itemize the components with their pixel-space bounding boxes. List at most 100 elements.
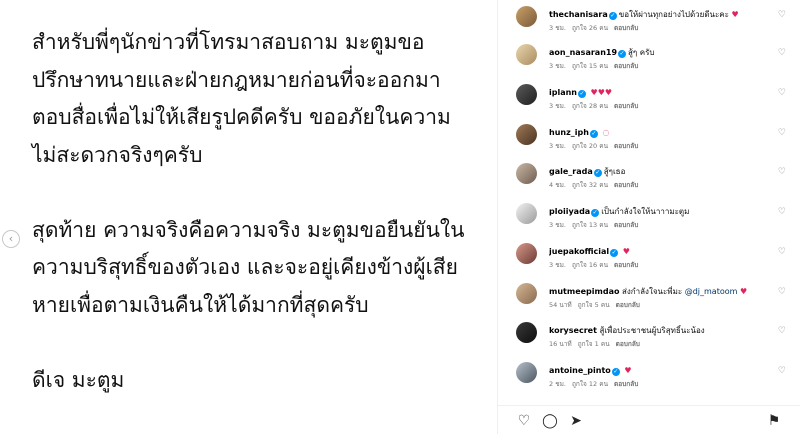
avatar[interactable]: [516, 84, 537, 105]
comment-time: 3 ชม.: [549, 102, 566, 110]
comment-like-icon[interactable]: ♡: [778, 129, 786, 138]
reply-button[interactable]: ตอบกลับ: [614, 380, 638, 388]
comment-emoji: ♥: [731, 10, 739, 19]
comment-likes[interactable]: ถูกใจ 12 คน: [572, 380, 608, 388]
comment-meta: 3 ชม. ถูกใจ 16 คน ตอบกลับ: [549, 260, 644, 270]
comment-likes[interactable]: ถูกใจ 13 คน: [572, 221, 608, 229]
comment-like-icon[interactable]: ♡: [778, 208, 786, 217]
comment-likes[interactable]: ถูกใจ 32 คน: [572, 181, 608, 189]
save-icon[interactable]: ⚑: [766, 413, 782, 429]
comment-username[interactable]: juepakofficial: [549, 247, 609, 256]
comment-emoji: ♥: [739, 287, 748, 296]
comment-username[interactable]: mutmeepimdao: [549, 287, 619, 296]
comment-username[interactable]: korysecret: [549, 326, 597, 335]
reply-button[interactable]: ตอบกลับ: [616, 301, 640, 309]
post-image-panel: สำหรับพี่ๆนักข่าวที่โทรมาสอบถาม มะตูมขอ …: [0, 0, 497, 434]
comment-like-icon[interactable]: ♡: [778, 288, 786, 297]
comment-body: iplann ✓ ♥♥♥: [549, 87, 789, 98]
like-icon[interactable]: ♡: [516, 413, 532, 429]
comment-time: 54 นาที: [549, 301, 572, 309]
reply-button[interactable]: ตอบกลับ: [614, 181, 638, 189]
comment-text: ส่งกำลังใจนะพี่มะ: [622, 287, 683, 296]
avatar[interactable]: [516, 163, 537, 184]
share-icon[interactable]: ➤: [568, 413, 584, 429]
reply-button[interactable]: ตอบกลับ: [616, 340, 640, 348]
comment-likes[interactable]: ถูกใจ 16 คน: [572, 261, 608, 269]
comment-like-icon[interactable]: ♡: [778, 327, 786, 336]
verified-badge-icon: ✓: [591, 209, 600, 217]
comment-likes[interactable]: ถูกใจ 28 คน: [572, 102, 608, 110]
comment-likes[interactable]: ถูกใจ 26 คน: [572, 24, 608, 32]
comment-username[interactable]: iplann: [549, 88, 577, 97]
comment-body: korysecret สู้เพื่อประชาชนผู้บริสุทธิ์นะ…: [549, 325, 789, 336]
comment-emoji: ◌: [602, 128, 610, 137]
comment-username[interactable]: antoine_pinto: [549, 366, 611, 375]
comment-body: thechanisara ✓ ขอให้ผ่านทุกอย่างไปด้วยดีนะ…: [549, 9, 789, 20]
comment-username[interactable]: hunz_iph: [549, 128, 589, 137]
comment-likes[interactable]: ถูกใจ 5 คน: [578, 301, 610, 309]
comment-like-icon[interactable]: ♡: [778, 11, 786, 20]
avatar[interactable]: [516, 322, 537, 343]
verified-badge-icon: ✓: [611, 368, 620, 376]
avatar[interactable]: [516, 283, 537, 304]
comment-time: 3 ชม.: [549, 62, 566, 70]
comment-meta: 3 ชม. ถูกใจ 20 คน ตอบกลับ: [549, 141, 644, 151]
verified-badge-icon: ✓: [608, 12, 617, 20]
comment-username[interactable]: ploiiyada: [549, 207, 590, 216]
post-text: สำหรับพี่ๆนักข่าวที่โทรมาสอบถาม มะตูมขอ …: [32, 30, 465, 392]
avatar[interactable]: [516, 243, 537, 264]
comment-like-icon[interactable]: ♡: [778, 168, 786, 177]
comment-meta: 2 ชม. ถูกใจ 12 คน ตอบกลับ: [549, 379, 644, 389]
comment-text: ขอให้ผ่านทุกอย่างไปด้วยดีนะคะ: [618, 10, 729, 19]
comment-body: ploiiyada ✓ เป็นกำลังใจให้นาาามะตูม: [549, 206, 789, 217]
comment-meta: 3 ชม. ถูกใจ 28 คน ตอบกลับ: [549, 101, 644, 111]
comment-emoji: ♥: [624, 366, 632, 375]
comment-like-icon[interactable]: ♡: [778, 248, 786, 257]
comment-body: aon_nasaran19 ✓ สู้ๆ ครับ: [549, 47, 789, 58]
comment-username[interactable]: gale_rada: [549, 167, 593, 176]
comment-time: 16 นาที: [549, 340, 572, 348]
avatar[interactable]: [516, 6, 537, 27]
verified-badge-icon: ✓: [610, 249, 619, 257]
comment-time: 3 ชม.: [549, 24, 566, 32]
comment-like-icon[interactable]: ♡: [778, 89, 786, 98]
avatar[interactable]: [516, 203, 537, 224]
comment-mention[interactable]: @dj_matoom: [685, 287, 738, 296]
reply-button[interactable]: ตอบกลับ: [614, 102, 638, 110]
comment-likes[interactable]: ถูกใจ 1 คน: [578, 340, 610, 348]
comment-meta: 3 ชม. ถูกใจ 26 คน ตอบกลับ: [549, 23, 644, 33]
previous-slide-button[interactable]: ‹: [2, 230, 20, 248]
verified-badge-icon: ✓: [589, 130, 598, 138]
comment-text: สู้เพื่อประชาชนผู้บริสุทธิ์นะน้อง: [599, 326, 705, 335]
comment-icon[interactable]: ◯: [542, 413, 558, 429]
comment-meta: 16 นาที ถูกใจ 1 คน ตอบกลับ: [549, 339, 646, 349]
comment-meta: 3 ชม. ถูกใจ 13 คน ตอบกลับ: [549, 220, 644, 230]
comment-body: gale_rada ✓ สู้ๆเธอ: [549, 166, 789, 177]
comment-time: 3 ชม.: [549, 261, 566, 269]
avatar[interactable]: [516, 124, 537, 145]
comment-body: antoine_pinto ✓ ♥: [549, 365, 789, 376]
avatar[interactable]: [516, 44, 537, 65]
comment-meta: 3 ชม. ถูกใจ 15 คน ตอบกลับ: [549, 61, 644, 71]
reply-button[interactable]: ตอบกลับ: [614, 62, 638, 70]
comment-likes[interactable]: ถูกใจ 20 คน: [572, 142, 608, 150]
comment-time: 4 ชม.: [549, 181, 566, 189]
action-bar: ♡ ◯ ➤ ⚑: [498, 406, 800, 434]
reply-button[interactable]: ตอบกลับ: [614, 221, 638, 229]
verified-badge-icon: ✓: [618, 50, 627, 58]
comment-like-icon[interactable]: ♡: [778, 49, 786, 58]
comment-username[interactable]: aon_nasaran19: [549, 48, 617, 57]
comment-emoji: ♥♥♥: [590, 88, 613, 97]
reply-button[interactable]: ตอบกลับ: [614, 24, 638, 32]
comment-text: เป็นกำลังใจให้นาาามะตูม: [601, 207, 690, 216]
reply-button[interactable]: ตอบกลับ: [614, 142, 638, 150]
comment-like-icon[interactable]: ♡: [778, 367, 786, 376]
comment-body: juepakofficial ✓ ♥: [549, 246, 789, 257]
comment-body: mutmeepimdao ส่งกำลังใจนะพี่มะ @dj_matoo…: [549, 286, 789, 297]
avatar[interactable]: [516, 362, 537, 383]
comment-username[interactable]: thechanisara: [549, 10, 608, 19]
reply-button[interactable]: ตอบกลับ: [614, 261, 638, 269]
comment-likes[interactable]: ถูกใจ 15 คน: [572, 62, 608, 70]
comments-list[interactable]: thechanisara ✓ ขอให้ผ่านทุกอย่างไปด้วยดีนะ…: [498, 0, 800, 434]
comment-meta: 54 นาที ถูกใจ 5 คน ตอบกลับ: [549, 300, 646, 310]
